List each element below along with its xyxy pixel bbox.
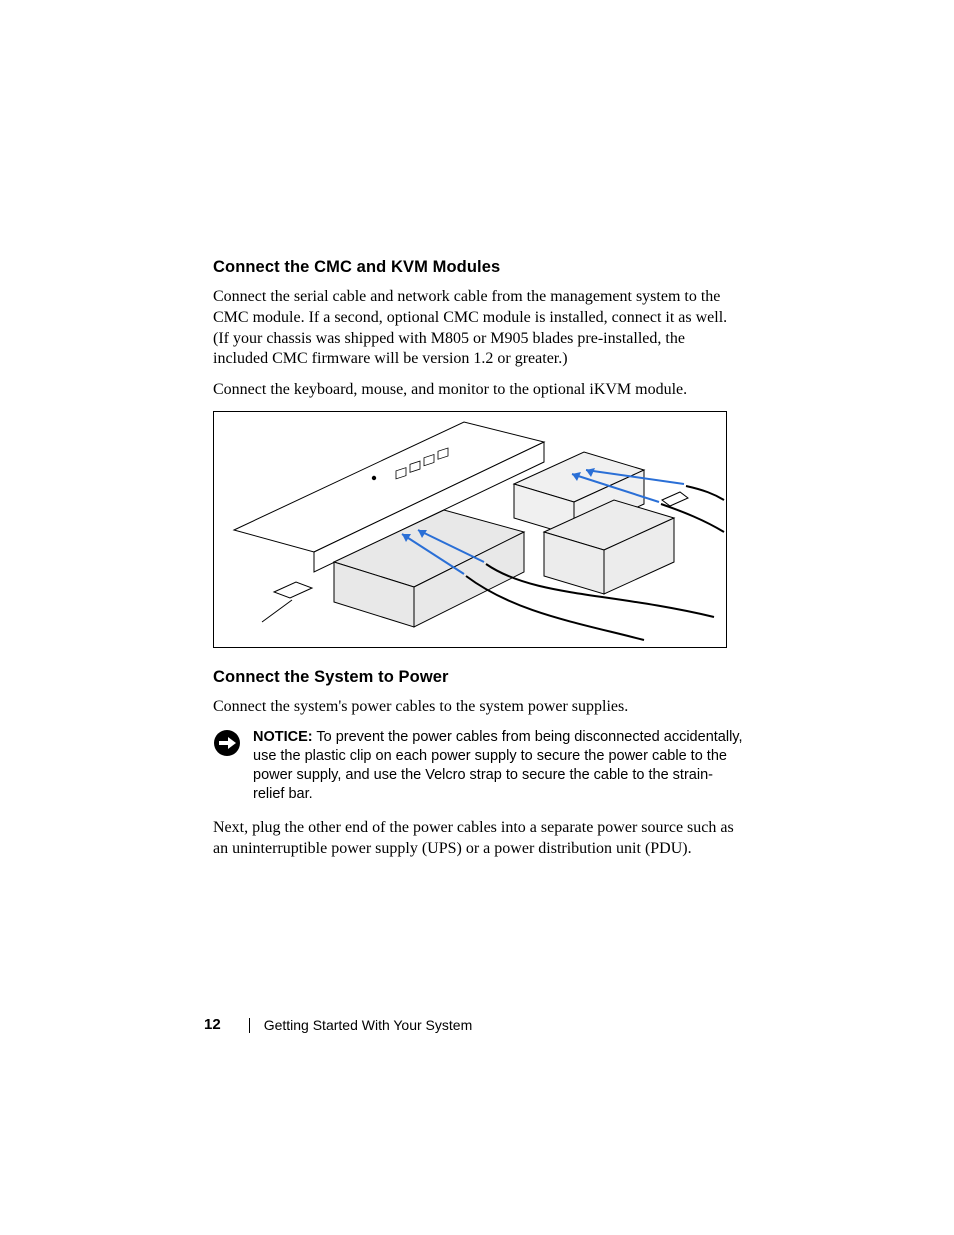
document-page: Connect the CMC and KVM Modules Connect … [0, 0, 954, 1235]
paragraph-power-2: Next, plug the other end of the power ca… [213, 818, 743, 860]
notice-label: NOTICE: [253, 729, 313, 745]
notice-text: NOTICE: To prevent the power cables from… [253, 728, 743, 805]
paragraph-cmc-1: Connect the serial cable and network cab… [213, 287, 743, 370]
footer-page-number: 12 [204, 1016, 221, 1033]
heading-cmc-kvm: Connect the CMC and KVM Modules [213, 258, 743, 277]
figure-cmc-kvm-diagram [213, 411, 727, 648]
content-area: Connect the CMC and KVM Modules Connect … [213, 258, 743, 870]
heading-power: Connect the System to Power [213, 668, 743, 687]
paragraph-cmc-2: Connect the keyboard, mouse, and monitor… [213, 380, 743, 401]
page-footer: 12 Getting Started With Your System [204, 1016, 472, 1033]
notice-arrow-icon [213, 729, 241, 757]
footer-separator [249, 1018, 250, 1033]
notice-body: To prevent the power cables from being d… [253, 729, 743, 802]
paragraph-power-1: Connect the system's power cables to the… [213, 697, 743, 718]
notice-block: NOTICE: To prevent the power cables from… [213, 728, 743, 805]
footer-title: Getting Started With Your System [264, 1017, 473, 1033]
